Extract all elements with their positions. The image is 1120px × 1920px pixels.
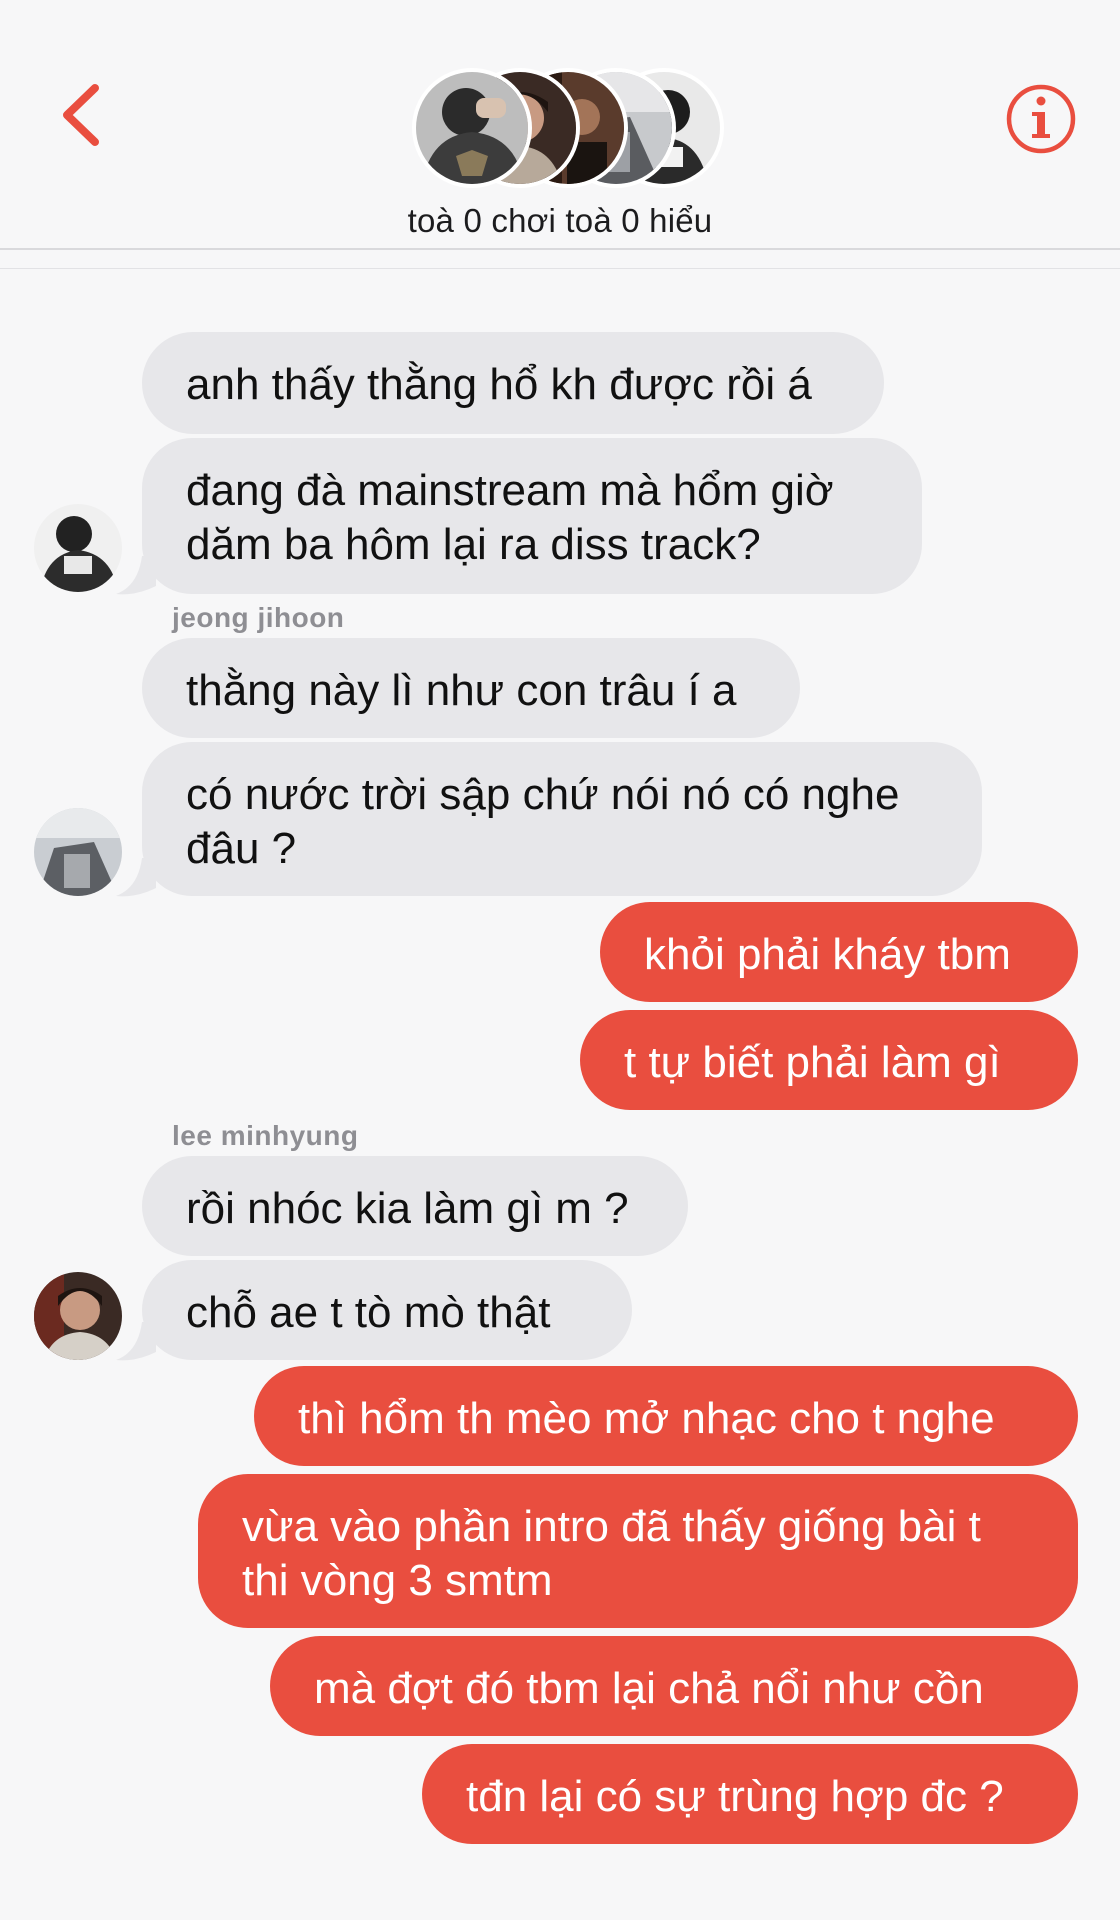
incoming-message-bubble[interactable]: chỗ ae t tò mò thật [142,1260,632,1360]
sender-name: jeong jihoon [172,602,345,633]
message-text-line: đang đà mainstream mà hổm giờ [186,466,834,515]
message-text-line: dăm ba hôm lại ra diss track? [186,520,761,569]
message-text: thì hổm th mèo mở nhạc cho t nghe [298,1394,995,1443]
sender-avatar[interactable] [34,1272,122,1360]
outgoing-message-bubble[interactable]: tđn lại có sự trùng hợp đc ? [422,1744,1078,1844]
info-button[interactable] [1004,82,1078,156]
message-text-line: có nước trời sập chứ nói nó có nghe [186,770,900,819]
bubble-tail [116,556,156,595]
chevron-left-icon [63,84,99,146]
outgoing-message-bubble[interactable]: thì hổm th mèo mở nhạc cho t nghe [254,1366,1078,1466]
message-text: t tự biết phải làm gì [624,1038,1001,1087]
incoming-message-bubble[interactable]: thằng này lì như con trâu í a [142,638,800,738]
message-text: rồi nhóc kia làm gì m ? [186,1184,629,1233]
header-divider [0,268,1120,269]
sender-avatar[interactable] [34,504,122,592]
info-circle-icon [1006,84,1076,154]
outgoing-message-bubble[interactable]: vừa vào phần intro đã thấy giống bài t t… [198,1474,1078,1628]
incoming-message-bubble[interactable]: anh thấy thằng hổ kh được rồi á [142,332,884,434]
incoming-message-bubble[interactable]: đang đà mainstream mà hổm giờ dăm ba hôm… [142,438,922,594]
message-text: khỏi phải kháy tbm [644,930,1011,979]
chat-screen: toà 0 chơi toà 0 hiểu anh thấy thằng hổ … [0,0,1120,1920]
outgoing-message-bubble[interactable]: t tự biết phải làm gì [580,1010,1078,1110]
group-avatar-stack[interactable] [412,68,724,194]
message-text: thằng này lì như con trâu í a [186,666,737,715]
incoming-message-bubble[interactable]: có nước trời sập chứ nói nó có nghe đâu … [142,742,982,896]
bubble-tail [116,858,156,897]
message-text: chỗ ae t tò mò thật [186,1288,551,1337]
message-text-line: đâu ? [186,824,297,873]
group-title[interactable]: toà 0 chơi toà 0 hiểu [0,202,1120,240]
outgoing-message-bubble[interactable]: mà đợt đó tbm lại chả nổi như cồn [270,1636,1078,1736]
bubble-tail [116,1322,156,1361]
sender-avatar[interactable] [34,808,122,896]
message-text-line: vừa vào phần intro đã thấy giống bài t [242,1502,981,1551]
message-text: tđn lại có sự trùng hợp đc ? [466,1772,1004,1821]
message-text-line: thi vòng 3 smtm [242,1556,553,1605]
sender-name: lee minhyung [172,1120,359,1151]
message-text: mà đợt đó tbm lại chả nổi như cồn [314,1664,984,1713]
header-divider [0,248,1120,250]
message-text: anh thấy thằng hổ kh được rồi á [186,360,812,409]
outgoing-message-bubble[interactable]: khỏi phải kháy tbm [600,902,1078,1002]
chat-header: toà 0 chơi toà 0 hiểu [0,0,1120,248]
group-member-avatar [412,68,532,188]
incoming-message-bubble[interactable]: rồi nhóc kia làm gì m ? [142,1156,688,1256]
back-button[interactable] [40,70,120,160]
